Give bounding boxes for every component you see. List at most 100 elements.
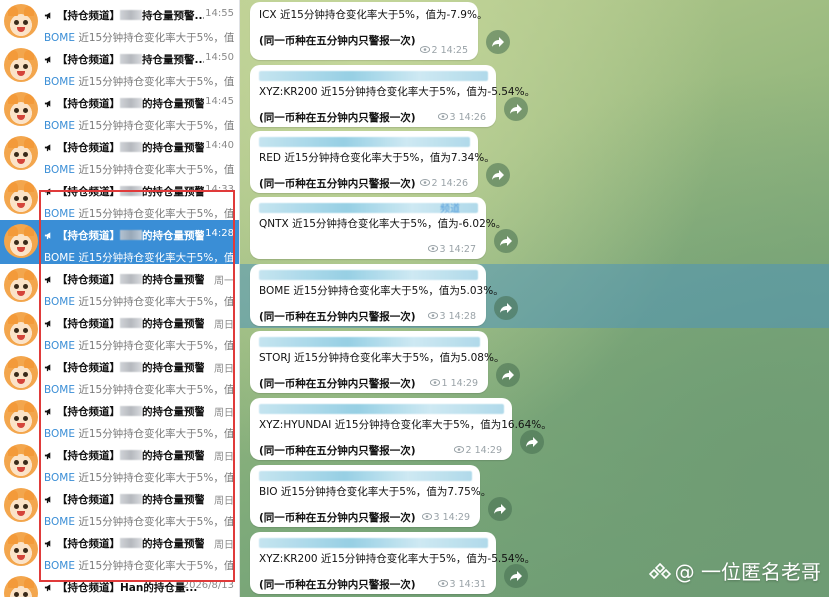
- chat-preview: BOME 近15分钟持仓变化率大于5%，值为6.7...: [44, 118, 234, 132]
- view-count: 1: [441, 378, 448, 389]
- chat-title-suffix: 的持仓量预警频道: [142, 318, 204, 330]
- view-count: 3: [449, 579, 456, 590]
- message-time: 14:25: [440, 45, 468, 56]
- forward-button[interactable]: [504, 97, 528, 121]
- chat-time: 14:50: [205, 52, 234, 63]
- views-eye-icon: [453, 446, 464, 453]
- chat-title-suffix: 的持仓量预警...: [142, 142, 204, 154]
- chat-list-item[interactable]: 【持仓频道】 的持仓量预警...14:33 BOME 近15分钟持仓变化率大于5%，…: [0, 176, 239, 220]
- chat-list-item[interactable]: 【持仓频道】 的持仓量预警...14:28 BOME 近15分钟持仓变化率大于5%，…: [0, 220, 239, 264]
- chat-title-prefix: 【持仓频道】: [57, 54, 120, 66]
- forward-button[interactable]: [486, 163, 510, 187]
- chat-preview: BOME 近15分钟持仓变化率大于5%，值为5.2...: [44, 162, 234, 176]
- forward-button[interactable]: [486, 30, 510, 54]
- megaphone-icon: [44, 232, 51, 240]
- megaphone-icon: [44, 144, 51, 152]
- chat-preview-text: 近15分钟持仓变化率大于5%，值为8.1...: [78, 208, 234, 220]
- redacted-channel-name: 频道: [259, 203, 478, 215]
- chat-title-prefix: 【持仓频道】: [57, 274, 120, 286]
- chat-list-item[interactable]: 【持仓频道】 的持仓量预警频道周日 BOME 近15分钟持仓变化率大于5%，值为8.…: [0, 396, 239, 440]
- chat-preview: BOME 近15分钟持仓变化率大于5%，值为8.1...: [44, 206, 234, 220]
- chat-preview: BOME 近15分钟持仓变化率大于5%，值为5.2...: [44, 558, 234, 572]
- chat-preview: BOME 近15分钟持仓变化率大于5%，值为-10...: [44, 382, 234, 396]
- message-bubble[interactable]: BOME 近15分钟持仓变化率大于5%，值为5.03%。 (同一币种在五分钟内只警…: [250, 264, 504, 326]
- view-count: 2: [431, 45, 438, 56]
- views-eye-icon: [427, 245, 438, 252]
- chat-list-item[interactable]: 【持仓频道】 的持仓量预警频道周日 BOME 近15分钟持仓变化率大于5%，值为-5…: [0, 440, 239, 484]
- views-eye-icon: [429, 379, 440, 386]
- chat-list-item[interactable]: 【持仓频道】 的持仓量预警频道周日 BOME 近15分钟持仓变化率大于5%，值为5.…: [0, 484, 239, 528]
- chat-preview-text: 近15分钟持仓变化率大于5%，值为5.2...: [78, 164, 234, 176]
- chat-time: 周日: [214, 452, 234, 463]
- chat-list-item[interactable]: 【持仓频道】 的持仓量预警频道周日 BOME 近15分钟持仓变化率大于5%，值为-5…: [0, 308, 239, 352]
- redacted-name: [120, 10, 142, 20]
- message-meta: 3 14:29: [421, 512, 470, 523]
- redacted-name: [120, 362, 142, 372]
- message-bubble[interactable]: XYZ:KR200 近15分钟持仓变化率大于5%，值为-5.54%。 (同一币种在…: [250, 65, 535, 127]
- message-bubble[interactable]: STORJ 近15分钟持仓变化率大于5%，值为5.08%。 (同一币种在五分钟内只…: [250, 331, 504, 393]
- message-bubble[interactable]: BIO 近15分钟持仓变化率大于5%，值为7.75%。 (同一币种在五分钟内只警报…: [250, 465, 491, 527]
- redacted-channel-name: [259, 404, 504, 414]
- message-bubble[interactable]: XYZ:KR200 近15分钟持仓变化率大于5%，值为-5.54%。 (同一币种在…: [250, 532, 535, 594]
- chat-time: 14:28: [205, 228, 234, 239]
- redacted-name: [120, 274, 142, 284]
- chat-title-prefix: 【持仓频道】: [57, 538, 120, 550]
- message-symbol: XYZ:KR200: [259, 86, 318, 98]
- forward-button[interactable]: [494, 296, 518, 320]
- megaphone-icon: [44, 496, 51, 504]
- chat-time: 2026/8/13: [182, 580, 234, 591]
- chat-time: 周日: [214, 408, 234, 419]
- megaphone-icon: [44, 584, 51, 592]
- redacted-channel-name: [259, 337, 480, 347]
- chat-time: 周日: [214, 320, 234, 331]
- chat-preview: BOME 近15分钟持仓变化率大于5%，值为8.5...: [44, 74, 234, 88]
- forward-arrow-icon: [502, 370, 514, 380]
- chat-preview-symbol: BOME: [44, 252, 75, 264]
- chat-title: 【持仓频道】 持仓量预警...: [44, 52, 204, 66]
- megaphone-icon: [44, 540, 51, 548]
- chat-title-suffix: 的持仓量预警...: [142, 98, 204, 110]
- chat-preview-text: 近15分钟持仓变化率大于5%，值为5.2...: [78, 560, 234, 572]
- forward-button[interactable]: [488, 497, 512, 521]
- redacted-channel-name: [259, 137, 470, 147]
- megaphone-icon: [44, 320, 51, 328]
- forward-button[interactable]: [496, 363, 520, 387]
- chat-title-suffix: 的持仓量预警频道: [142, 450, 204, 462]
- forward-button[interactable]: [504, 564, 528, 588]
- message-body: 近15分钟持仓变化率大于5%，值为-5.54%。: [317, 553, 536, 565]
- watermark: @ 一位匿名老哥: [648, 556, 821, 585]
- chat-preview-text: 近15分钟持仓变化率大于5%，值为-12...: [78, 296, 234, 308]
- message-text: RED 近15分钟持仓变化率大于5%，值为7.34%。: [259, 151, 495, 165]
- forward-button[interactable]: [494, 229, 518, 253]
- chat-preview-symbol: BOME: [44, 76, 75, 88]
- megaphone-icon: [44, 188, 51, 196]
- chat-time: 14:45: [205, 96, 234, 107]
- redacted-name: [120, 142, 142, 152]
- chat-list-item[interactable]: 【持仓频道】 的持仓量预警频道周日 BOME 近15分钟持仓变化率大于5%，值为-1…: [0, 352, 239, 396]
- chat-list-item[interactable]: 【持仓频道】 的持仓量预警...14:45 BOME 近15分钟持仓变化率大于5%，…: [0, 88, 239, 132]
- message-bubble[interactable]: ICX 近15分钟持仓变化率大于5%，值为-7.9%。 (同一币种在五分钟内只警报…: [250, 2, 487, 60]
- avatar: [4, 92, 38, 126]
- forward-button[interactable]: [520, 430, 544, 454]
- message-bubble[interactable]: XYZ:HYUNDAI 近15分钟持仓变化率大于5%，值为16.64%。 (同一币…: [250, 398, 552, 460]
- chat-list-item[interactable]: 【持仓频道】 的持仓量预警...14:40 BOME 近15分钟持仓变化率大于5%，…: [0, 132, 239, 176]
- message-text: XYZ:HYUNDAI 近15分钟持仓变化率大于5%，值为16.64%。: [259, 418, 552, 432]
- chat-preview: BOME 近15分钟持仓变化率大于5%，值为5.5...: [44, 514, 234, 528]
- chat-preview-symbol: BOME: [44, 428, 75, 440]
- chat-list-item[interactable]: 【持仓频道】 的持仓量预警频道周日 BOME 近15分钟持仓变化率大于5%，值为5.…: [0, 528, 239, 572]
- chat-list-item[interactable]: 【持仓频道】Han的持仓量... 2026/8/13: [0, 572, 239, 597]
- forward-arrow-icon: [510, 571, 522, 581]
- megaphone-icon: [44, 452, 51, 460]
- view-count: 2: [465, 445, 472, 456]
- redacted-channel-name: [259, 538, 488, 548]
- message-text: BIO 近15分钟持仓变化率大于5%，值为7.75%。: [259, 485, 491, 499]
- chat-title-prefix: 【持仓频道】: [57, 362, 120, 374]
- chat-list-item[interactable]: 【持仓频道】 持仓量预警... 14:55 BOME 近15分钟持仓变化率大于5%，值…: [0, 0, 239, 44]
- message-time: 14:26: [440, 178, 468, 189]
- message-bubble[interactable]: RED 近15分钟持仓变化率大于5%，值为7.34%。 (同一币种在五分钟内只警报…: [250, 131, 495, 193]
- message-bubble[interactable]: 频道 QNTX 近15分钟持仓变化率大于5%，值为-6.02%。 3 14:27: [250, 197, 506, 259]
- chat-title-suffix: 的持仓量预警频道: [142, 362, 204, 374]
- chat-list-item[interactable]: 【持仓频道】 的持仓量预警频道周一 BOME 近15分钟持仓变化率大于5%，值为-1…: [0, 264, 239, 308]
- message-body: 近15分钟持仓变化率大于5%，值为16.64%。: [331, 419, 552, 431]
- chat-list-item[interactable]: 【持仓频道】 持仓量预警... 14:50 BOME 近15分钟持仓变化率大于5%，值…: [0, 44, 239, 88]
